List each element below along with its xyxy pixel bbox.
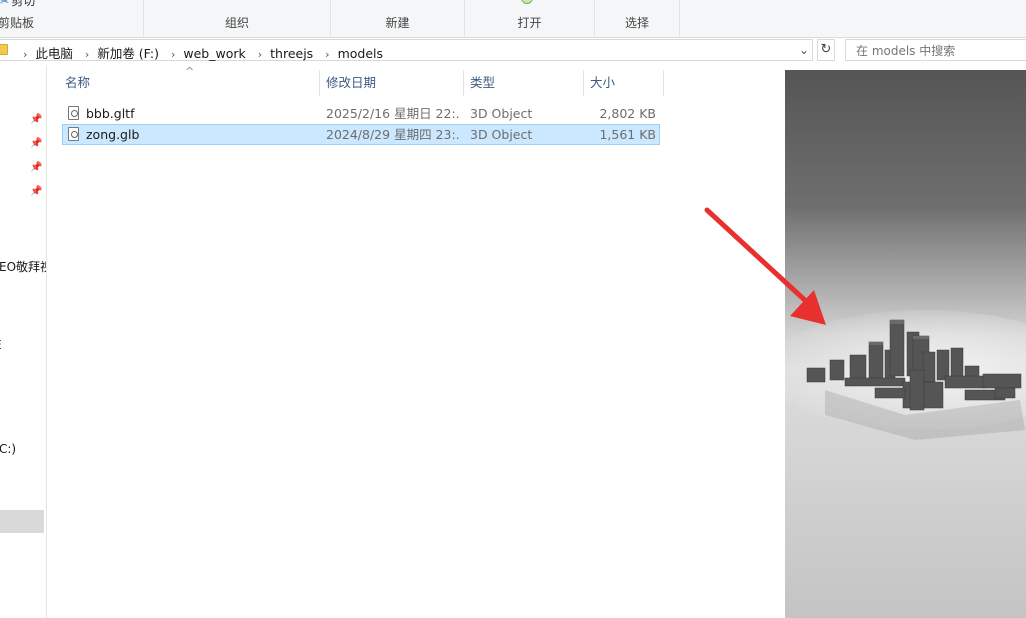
file-name: zong.glb	[86, 127, 140, 142]
folder-icon	[0, 44, 8, 55]
chevron-right-icon[interactable]: ›	[325, 48, 329, 61]
chevron-right-icon[interactable]: ›	[23, 48, 27, 61]
file-date: 2025/2/16 星期日 22:...	[326, 106, 461, 121]
ribbon-group-label-clipboard: 剪贴板	[0, 16, 35, 30]
file-size: 1,561 KB	[599, 127, 656, 142]
breadcrumb-item-models[interactable]: models	[338, 46, 383, 61]
pin-icon[interactable]: 📌	[30, 186, 42, 197]
ribbon-group-clipboard: ✂ 剪切 剪贴板	[0, 0, 144, 37]
navigation-pane[interactable]: 📌 📌 📌 📌 EO敬拜视 E C:)	[0, 65, 47, 618]
scissors-icon: ✂	[0, 0, 10, 8]
breadcrumb-item-web-work[interactable]: web_work	[183, 46, 245, 61]
column-header-type[interactable]: 类型	[466, 70, 584, 96]
chevron-right-icon[interactable]: ›	[85, 48, 89, 61]
file-size: 2,802 KB	[599, 106, 656, 121]
address-row: › 此电脑 › 新加卷 (F:) › web_work › threejs › model…	[0, 38, 1026, 64]
ribbon-group-label-organize: 组织	[224, 16, 249, 30]
column-header-name[interactable]: 名称	[61, 70, 320, 96]
chevron-right-icon[interactable]: ›	[171, 48, 175, 61]
ribbon-group-organize: 组织	[144, 0, 331, 37]
breadcrumb: › 此电脑 › 新加卷 (F:) › web_work › threejs › model…	[15, 43, 383, 62]
pin-icon[interactable]: 📌	[30, 114, 42, 125]
ribbon-group-label-open: 打开	[517, 16, 542, 30]
3d-object-file-icon	[68, 127, 79, 141]
file-row[interactable]: bbb.gltf 2025/2/16 星期日 22:... 3D Object …	[62, 103, 660, 124]
file-row-selected[interactable]: zong.glb 2024/8/29 星期四 23:... 3D Object …	[62, 124, 660, 145]
nav-item-quick-access[interactable]: EO敬拜视	[0, 258, 46, 275]
ribbon-group-label-new: 新建	[385, 16, 410, 30]
ribbon: ✂ 剪切 剪贴板 组织 新建 打开 选择	[0, 0, 1026, 38]
chevron-down-icon[interactable]: ⌄	[799, 43, 809, 57]
cut-button[interactable]: ✂ 剪切	[0, 0, 35, 9]
nav-item-selected[interactable]	[0, 510, 44, 533]
search-input[interactable]	[854, 41, 1026, 61]
nav-item-drive-c[interactable]: C:)	[0, 442, 16, 456]
open-icon[interactable]	[521, 0, 533, 4]
3d-object-file-icon	[68, 106, 79, 120]
city-model-preview	[785, 310, 1026, 440]
breadcrumb-item-this-pc[interactable]: 此电脑	[35, 46, 73, 61]
column-header-size[interactable]: 大小	[586, 70, 664, 96]
pin-icon[interactable]: 📌	[30, 138, 42, 149]
pin-icon[interactable]: 📌	[30, 162, 42, 173]
ribbon-group-open: 打开	[465, 0, 595, 37]
file-name: bbb.gltf	[86, 106, 135, 121]
file-date: 2024/8/29 星期四 23:...	[326, 127, 461, 142]
refresh-button[interactable]: ↻	[817, 39, 835, 61]
file-type: 3D Object	[470, 106, 533, 121]
column-header-date[interactable]: 修改日期	[322, 70, 464, 96]
address-bar[interactable]: › 此电脑 › 新加卷 (F:) › web_work › threejs › model…	[0, 39, 813, 61]
breadcrumb-item-threejs[interactable]: threejs	[270, 46, 313, 61]
file-type: 3D Object	[470, 127, 533, 142]
nav-item-partial[interactable]: E	[0, 338, 2, 352]
file-list[interactable]: ^ 名称 修改日期 类型 大小 bbb.gltf 2025/2/16 星期日 2…	[47, 65, 785, 618]
breadcrumb-item-drive[interactable]: 新加卷 (F:)	[97, 46, 159, 61]
chevron-right-icon[interactable]: ›	[258, 48, 262, 61]
ribbon-group-new: 新建	[331, 0, 465, 37]
refresh-icon: ↻	[820, 42, 832, 57]
search-box[interactable]	[845, 39, 1026, 61]
ribbon-group-label-select: 选择	[624, 16, 649, 30]
ribbon-group-select: 选择	[595, 0, 680, 37]
preview-pane	[785, 70, 1026, 618]
